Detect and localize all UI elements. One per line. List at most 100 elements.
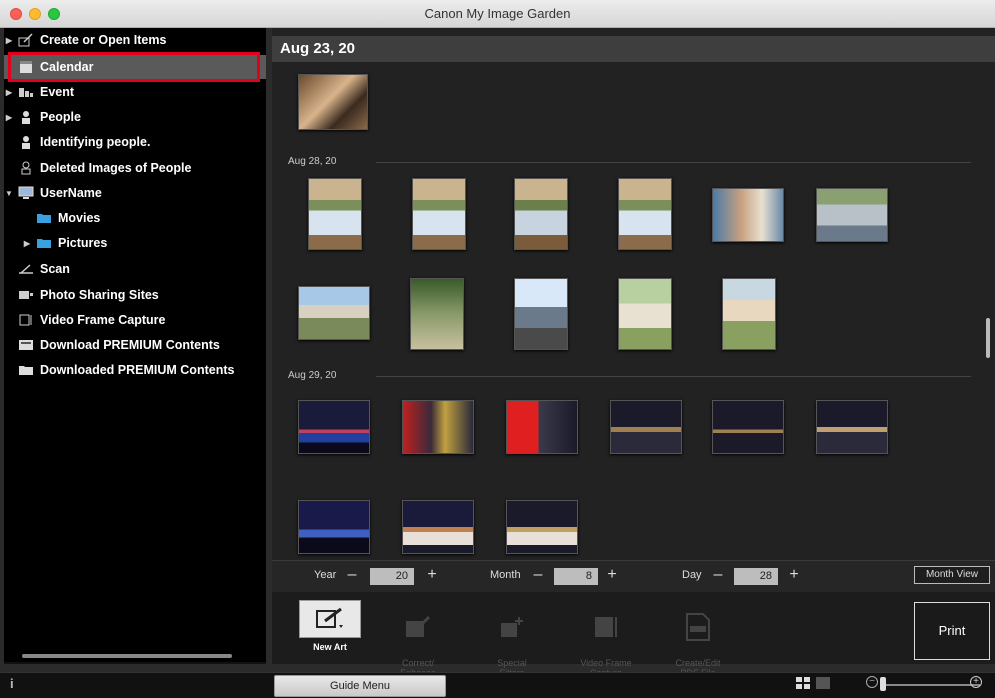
photo-thumbnail[interactable] xyxy=(298,74,368,130)
month-decrement-button[interactable]: – xyxy=(530,566,546,584)
photo-sharing-icon xyxy=(18,288,34,302)
zoom-slider-track[interactable] xyxy=(880,684,980,686)
calendar-selection-highlight xyxy=(8,52,260,82)
identifying-person-icon xyxy=(18,135,34,149)
thumbnail-view-icon[interactable] xyxy=(796,677,810,689)
sidebar-item-label: Downloaded PREMIUM Contents xyxy=(40,363,235,377)
year-decrement-button[interactable]: – xyxy=(344,566,360,584)
date-group-label: Aug 29, 20 xyxy=(288,370,337,381)
date-group-label: Aug 28, 20 xyxy=(288,156,337,167)
content-scrollbar[interactable] xyxy=(986,318,990,358)
new-art-button[interactable]: New Art xyxy=(290,600,370,652)
photo-thumbnail[interactable] xyxy=(816,188,888,242)
date-header-label: Aug 23, 20 xyxy=(280,40,356,57)
photo-thumbnail[interactable] xyxy=(816,400,888,454)
sidebar-item-label: Deleted Images of People xyxy=(40,161,192,175)
photo-thumbnail[interactable] xyxy=(712,188,784,242)
download-premium-icon xyxy=(18,338,34,352)
window-controls xyxy=(10,8,60,20)
photo-thumbnail[interactable] xyxy=(506,400,578,454)
zoom-slider-handle[interactable] xyxy=(880,677,886,691)
title-bar: Canon My Image Garden xyxy=(0,0,995,28)
sidebar-item-event[interactable]: ▶ Event xyxy=(4,80,266,104)
info-icon[interactable]: i xyxy=(10,676,14,691)
group-divider xyxy=(376,376,971,377)
month-field[interactable]: 8 xyxy=(554,568,598,585)
expand-arrow-icon[interactable]: ▶ xyxy=(4,113,14,122)
folder-icon xyxy=(36,211,52,225)
photo-thumbnail[interactable] xyxy=(410,278,464,350)
year-field[interactable]: 20 xyxy=(370,568,414,585)
expand-arrow-icon[interactable]: ▼ xyxy=(4,189,14,198)
sidebar-item-label: Movies xyxy=(58,211,101,225)
photo-thumbnail[interactable] xyxy=(618,278,672,350)
sidebar-item-identifying-people[interactable]: Identifying people. xyxy=(4,130,266,154)
photo-thumbnail[interactable] xyxy=(402,400,474,454)
sidebar-item-label: Video Frame Capture xyxy=(40,313,166,327)
sidebar-item-people[interactable]: ▶ People xyxy=(4,105,266,129)
zoom-window-button[interactable] xyxy=(48,8,60,20)
video-frame-capture-icon xyxy=(588,610,624,644)
sidebar-item-downloaded-premium-contents[interactable]: Downloaded PREMIUM Contents xyxy=(4,358,266,382)
photo-thumbnail[interactable] xyxy=(402,500,474,554)
group-divider xyxy=(376,162,971,163)
zoom-out-icon[interactable]: − xyxy=(866,676,878,688)
bottom-bar xyxy=(0,672,995,698)
print-button[interactable]: Print xyxy=(914,602,990,660)
sidebar-item-scan[interactable]: Scan xyxy=(4,257,266,281)
photo-thumbnail[interactable] xyxy=(610,400,682,454)
photo-thumbnail[interactable] xyxy=(712,400,784,454)
photo-thumbnail[interactable] xyxy=(412,178,466,250)
sidebar-scrollbar[interactable] xyxy=(22,654,232,658)
day-increment-button[interactable]: + xyxy=(786,566,802,584)
create-items-icon xyxy=(18,33,34,47)
create-edit-pdf-button[interactable]: Create/Edit PDF File xyxy=(658,600,738,678)
sidebar-item-photo-sharing-sites[interactable]: Photo Sharing Sites xyxy=(4,283,266,307)
scan-icon xyxy=(18,262,34,276)
photo-thumbnail[interactable] xyxy=(514,178,568,250)
photo-thumbnail[interactable] xyxy=(506,500,578,554)
video-frame-icon xyxy=(18,313,34,327)
day-field[interactable]: 28 xyxy=(734,568,778,585)
sidebar-item-label: Scan xyxy=(40,262,70,276)
sidebar-item-label: Event xyxy=(40,85,75,99)
minimize-window-button[interactable] xyxy=(29,8,41,20)
sidebar-item-deleted-images-of-people[interactable]: Deleted Images of People xyxy=(4,156,266,180)
photo-thumbnail[interactable] xyxy=(722,278,776,350)
person-icon xyxy=(18,110,34,124)
expand-arrow-icon[interactable]: ▶ xyxy=(4,36,14,45)
year-increment-button[interactable]: + xyxy=(424,566,440,584)
detail-view-icon[interactable] xyxy=(816,677,830,689)
tool-palette: New Art Correct/ Enhance Special Filters… xyxy=(272,592,995,678)
sidebar-item-create-or-open-items[interactable]: ▶ Create or Open Items xyxy=(4,28,266,52)
sidebar-item-video-frame-capture[interactable]: Video Frame Capture xyxy=(4,308,266,332)
sidebar-item-pictures[interactable]: ▶ Pictures xyxy=(4,231,266,255)
photo-thumbnail[interactable] xyxy=(298,400,370,454)
special-filters-icon xyxy=(494,610,530,644)
photo-thumbnail[interactable] xyxy=(298,500,370,554)
photo-thumbnail[interactable] xyxy=(308,178,362,250)
month-view-button[interactable]: Month View xyxy=(914,566,990,584)
sidebar-item-movies[interactable]: Movies xyxy=(4,206,266,230)
video-frame-capture-button[interactable]: Video Frame Capture xyxy=(566,600,646,678)
sidebar-item-download-premium-contents[interactable]: Download PREMIUM Contents xyxy=(4,333,266,357)
sidebar-scroll-track xyxy=(4,662,266,664)
correct-enhance-button[interactable]: Correct/ Enhance xyxy=(378,600,458,678)
photo-thumbnail[interactable] xyxy=(514,278,568,350)
sidebar-item-label: People xyxy=(40,110,81,124)
photo-thumbnail[interactable] xyxy=(618,178,672,250)
tool-label: New Art xyxy=(313,642,347,652)
event-icon xyxy=(18,85,34,99)
close-window-button[interactable] xyxy=(10,8,22,20)
day-decrement-button[interactable]: – xyxy=(710,566,726,584)
expand-arrow-icon[interactable]: ▶ xyxy=(4,88,14,97)
sidebar-item-username[interactable]: ▼ UserName xyxy=(4,181,266,205)
guide-menu-button[interactable]: Guide Menu xyxy=(274,675,446,697)
special-filters-button[interactable]: Special Filters xyxy=(472,600,552,678)
month-increment-button[interactable]: + xyxy=(604,566,620,584)
sidebar-item-label: UserName xyxy=(40,186,102,200)
expand-arrow-icon[interactable]: ▶ xyxy=(22,239,32,248)
zoom-in-icon[interactable]: + xyxy=(970,676,982,688)
photo-thumbnail[interactable] xyxy=(298,286,370,340)
sidebar: ▶ Create or Open Items Calendar ▶ Event … xyxy=(4,28,266,664)
